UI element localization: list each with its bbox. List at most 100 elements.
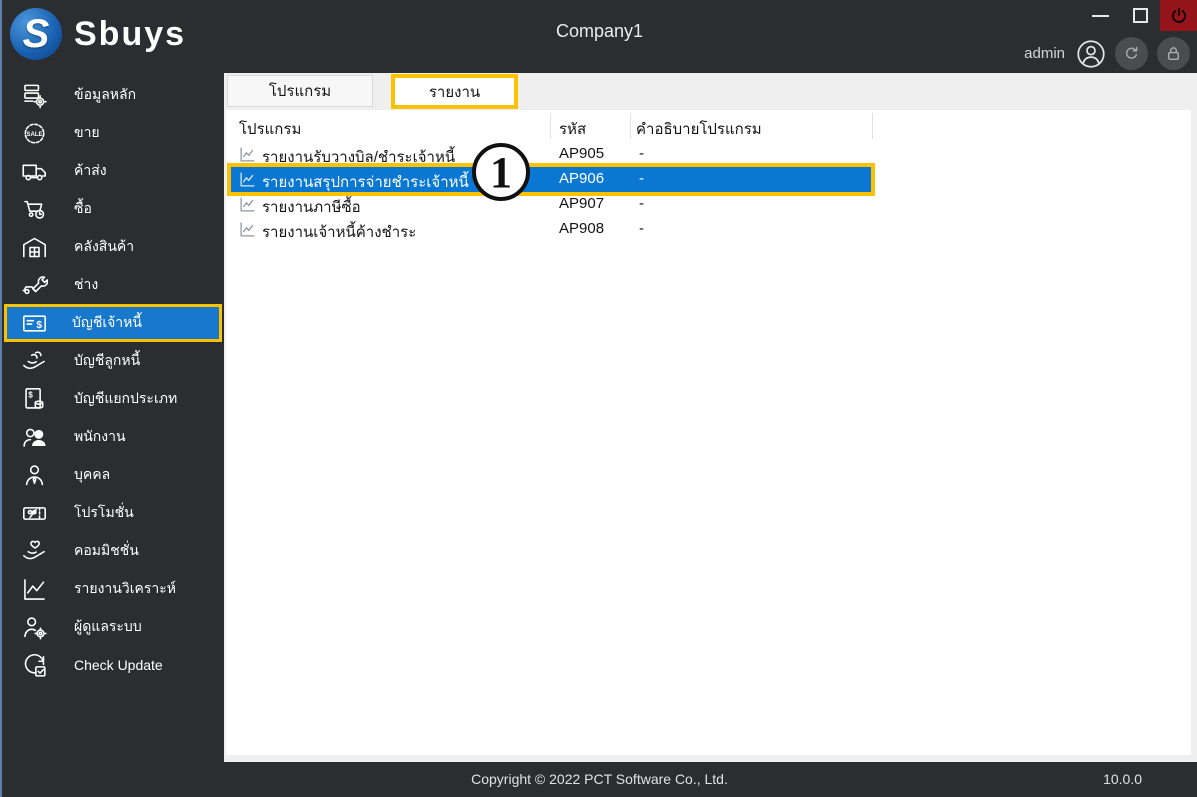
accounts-payable-icon: $ [21,310,48,337]
step-annotation-badge: 1 [472,143,530,201]
sidebar-item-commission[interactable]: คอมมิชชั่น [2,532,224,570]
sidebar-item-label: โปรโมชั่น [74,504,134,520]
report-description: - [639,220,644,237]
refresh-icon [1122,44,1141,63]
column-divider [550,113,551,139]
svg-text:SALE: SALE [26,131,42,137]
table-body: รายงานรับวางบิล/ชำระเจ้าหนี้ AP905- รายงาน… [226,142,1191,242]
sidebar-item-label: รายงานวิเคราะห์ [74,580,176,596]
maximize-button[interactable] [1120,0,1160,31]
sidebar-item-label: ซื้อ [74,200,92,216]
report-code: AP905 [559,145,605,162]
sidebar-item-sale-badge[interactable]: SALE ขาย [2,114,224,152]
report-row-AP906[interactable]: รายงานสรุปการจ่ายชำระเจ้าหนี้ AP906 - [227,163,875,196]
accounts-receivable-icon [21,348,48,375]
sidebar-item-warehouse[interactable]: คลังสินค้า [2,228,224,266]
sidebar-item-label: ผู้ดูแลระบบ [74,618,142,634]
username-label: admin [1024,45,1065,62]
sidebar-item-promotion[interactable]: โปรโมชั่น [2,494,224,532]
check-update-icon [21,652,48,679]
minimize-button[interactable] [1080,0,1120,31]
table-header: โปรแกรม รหัส คำอธิบายโปรแกรม [226,110,1191,142]
tab-report[interactable]: รายงาน [391,74,518,109]
sidebar-item-purchase-cart[interactable]: ซื้อ [2,190,224,228]
column-header: โปรแกรม [239,121,302,138]
report-name: รายงานรับวางบิล/ชำระเจ้าหนี้ [262,149,456,166]
sidebar-item-check-update[interactable]: Check Update [2,646,224,684]
sidebar-item-label: บัญชีเจ้าหนี้ [72,314,142,330]
warehouse-icon [21,234,48,261]
report-list-panel: โปรแกรม รหัส คำอธิบายโปรแกรม รายงานรับวางบ… [226,110,1191,755]
step-number: 1 [490,147,512,197]
lock-button[interactable] [1157,37,1190,70]
power-button[interactable] [1160,0,1197,31]
maximize-icon [1132,8,1148,23]
svg-text:$: $ [28,390,33,399]
sidebar-item-employees[interactable]: พนักงาน [2,418,224,456]
sidebar-item-delivery-truck[interactable]: ค้าส่ง [2,152,224,190]
column-header: คำอธิบายโปรแกรม [636,121,762,138]
report-chart-icon [239,196,256,213]
main-content: โปรแกรม รายงาน โปรแกรม รหัส คำอธิบายโปรแกรม… [224,73,1197,762]
sidebar-item-person[interactable]: บุคคล [2,456,224,494]
sidebar-item-label: Check Update [74,657,163,673]
sidebar-item-label: ช่าง [74,276,99,292]
report-name: รายงานสรุปการจ่ายชำระเจ้าหนี้ [262,174,469,191]
sidebar-item-master-data[interactable]: ข้อมูลหลัก [2,76,224,114]
report-row-AP908[interactable]: รายงานเจ้าหนี้ค้างชำระ AP908 - [231,217,871,242]
sidebar-item-label: ค้าส่ง [74,162,107,178]
sidebar-item-label: ขาย [74,124,100,140]
app-window: S Sbuys Company1 admin ข้อมูลหลัก SALE ข… [0,0,1197,797]
sidebar: ข้อมูลหลัก SALE ขายค้าส่งซื้อคลังสินค้าช่า… [2,73,224,762]
sidebar-item-mechanic[interactable]: ช่าง [2,266,224,304]
report-description: - [639,170,644,187]
titlebar: S Sbuys Company1 admin [2,0,1197,73]
report-description: - [639,195,644,212]
column-divider [630,113,631,139]
user-avatar-icon[interactable] [1076,39,1106,69]
minimize-icon [1091,14,1109,17]
sidebar-item-label: ข้อมูลหลัก [74,86,137,102]
sidebar-item-accounts-payable[interactable]: $ บัญชีเจ้าหนี้ [4,304,222,342]
delivery-truck-icon [21,158,48,185]
report-chart-icon [239,221,256,238]
analytics-chart-icon [21,576,48,603]
report-row-AP905[interactable]: รายงานรับวางบิล/ชำระเจ้าหนี้ AP905 - [231,142,871,167]
column-header: รหัส [559,121,587,138]
sidebar-item-system-admin[interactable]: ผู้ดูแลระบบ [2,608,224,646]
purchase-cart-icon [21,196,48,223]
footer: Copyright © 2022 PCT Software Co., Ltd. … [2,762,1197,797]
report-code: AP907 [559,195,605,212]
sidebar-item-analytics-chart[interactable]: รายงานวิเคราะห์ [2,570,224,608]
mechanic-icon [21,272,48,299]
report-code: AP906 [559,170,605,187]
svg-text:$: $ [36,319,42,330]
sidebar-item-general-ledger[interactable]: $ บัญชีแยกประเภท [2,380,224,418]
copyright-text: Copyright © 2022 PCT Software Co., Ltd. [471,771,728,787]
tab-label: รายงาน [428,83,481,101]
brand-name: Sbuys [74,14,187,53]
report-row-AP907[interactable]: รายงานภาษีซื้อ AP907 - [231,192,871,217]
sidebar-item-label: บุคคล [74,466,111,482]
report-code: AP908 [559,220,605,237]
report-name: รายงานภาษีซื้อ [262,199,361,216]
sidebar-item-label: บัญชีแยกประเภท [74,390,178,406]
sale-badge-icon: SALE [21,120,48,147]
sidebar-item-accounts-receivable[interactable]: บัญชีลูกหนี้ [2,342,224,380]
company-title: Company1 [555,21,644,41]
tab-label: โปรแกรม [268,83,332,100]
version-label: 10.0.0 [1103,771,1142,787]
column-divider [872,113,873,139]
sidebar-item-label: คลังสินค้า [74,238,135,254]
refresh-button[interactable] [1115,37,1148,70]
app-logo: S Sbuys [10,8,186,60]
employees-icon [21,424,48,451]
window-controls [1080,0,1197,31]
report-name: รายงานเจ้าหนี้ค้างชำระ [262,224,417,241]
lock-icon [1164,44,1183,63]
general-ledger-icon: $ [21,386,48,413]
promotion-icon [21,500,48,527]
report-chart-icon [239,146,256,163]
logo-letter: S [22,11,50,56]
tab-program[interactable]: โปรแกรม [227,75,373,107]
